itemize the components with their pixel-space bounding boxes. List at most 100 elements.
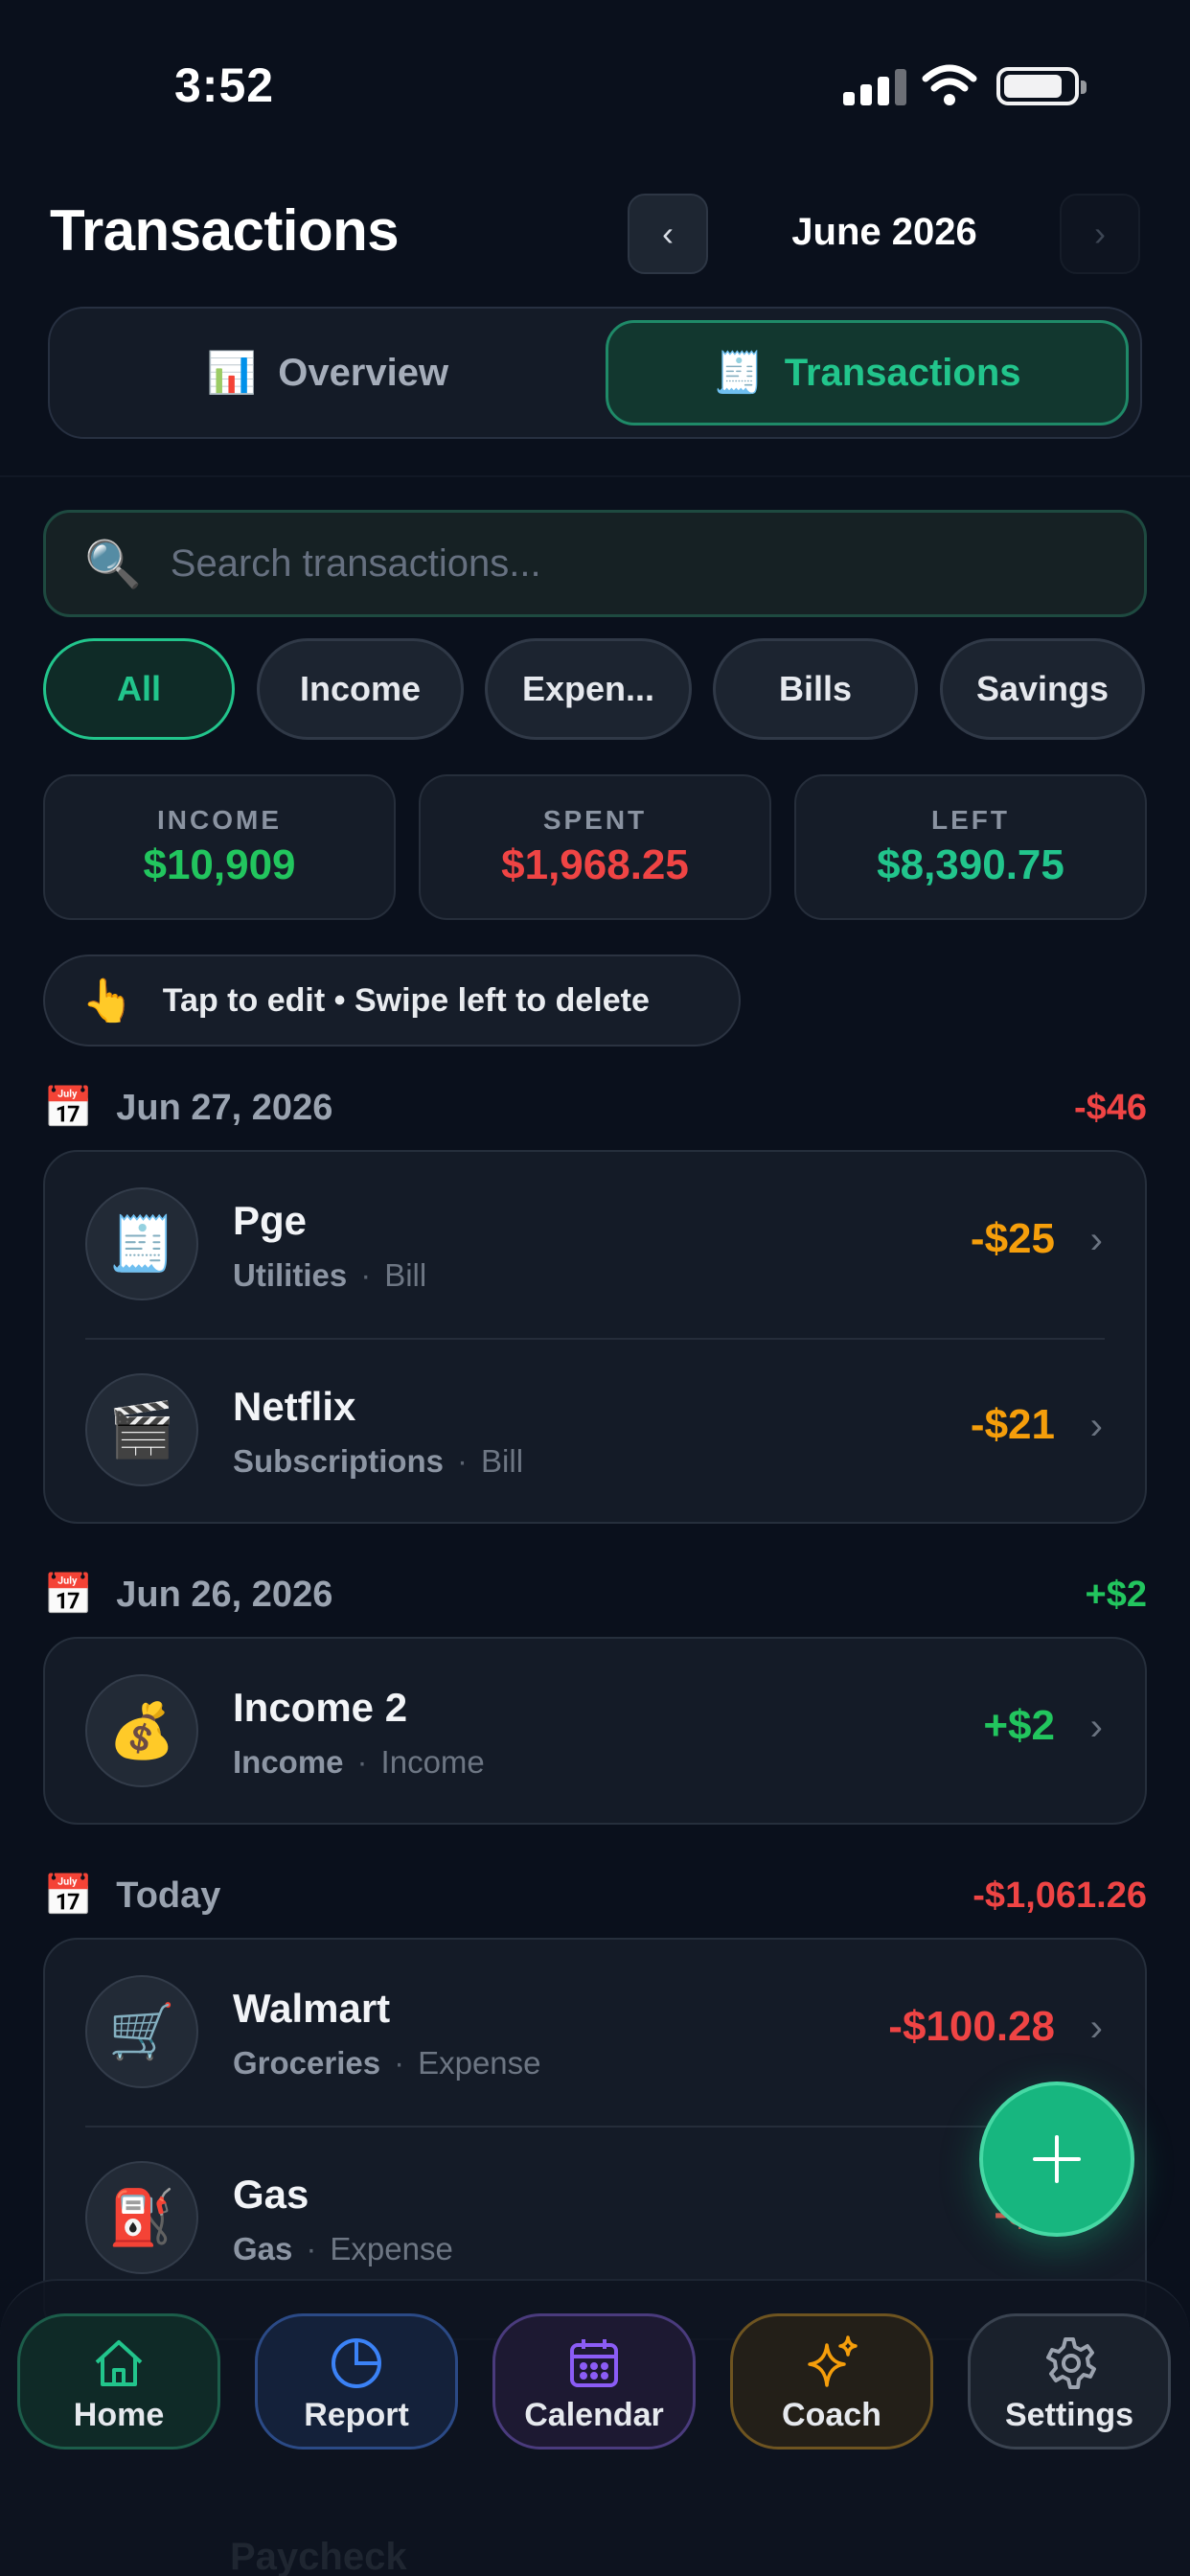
date-total: -$1,061.26: [973, 1874, 1147, 1916]
filter-chip-bills[interactable]: Bills: [713, 638, 918, 740]
cellular-signal-icon: [843, 67, 906, 105]
calendar-icon: 📅: [43, 1571, 94, 1617]
transaction-name: Gas: [233, 2172, 309, 2217]
transaction-meta: Utilities · Bill: [233, 1257, 427, 1293]
transaction-amount: -$100.28: [888, 2003, 1055, 2050]
nav-calendar-label: Calendar: [524, 2396, 664, 2433]
pointing-hand-icon: 👆: [81, 978, 134, 1024]
transaction-amount: -$25: [970, 1215, 1055, 1262]
gesture-hint: 👆 Tap to edit • Swipe left to delete: [43, 954, 741, 1046]
previous-month-button[interactable]: ‹: [628, 194, 708, 274]
gear-icon: [1046, 2336, 1096, 2389]
transaction-name: Income 2: [233, 1685, 408, 1730]
transaction-row-income-2[interactable]: 💰 Income 2 Income · Income +$2 ›: [45, 1639, 1145, 1823]
transaction-type: Bill: [384, 1257, 427, 1293]
wifi-icon: [922, 64, 977, 105]
chevron-right-icon: ›: [1089, 2007, 1103, 2049]
clapperboard-icon: 🎬: [85, 1373, 198, 1486]
transaction-amount: +$2: [983, 1702, 1055, 1749]
filter-chip-savings[interactable]: Savings: [940, 638, 1145, 740]
transaction-row-walmart[interactable]: 🛒 Walmart Groceries · Expense -$100.28 ›: [45, 1940, 1145, 2126]
calendar-icon: 📅: [43, 1872, 94, 1918]
nav-calendar[interactable]: Calendar: [492, 2313, 696, 2450]
chevron-right-icon: ›: [1094, 214, 1106, 253]
chevron-right-icon: ›: [1089, 1405, 1103, 1447]
next-month-button[interactable]: ›: [1060, 194, 1140, 274]
transaction-group: 💰 Income 2 Income · Income +$2 ›: [43, 1637, 1147, 1825]
nav-home[interactable]: Home: [17, 2313, 220, 2450]
tab-transactions-label: Transactions: [784, 351, 1021, 394]
income-summary-card: INCOME $10,909: [43, 774, 396, 920]
view-switcher: 📊 Overview 🧾 Transactions: [48, 307, 1142, 439]
date-label: Jun 26, 2026: [116, 1574, 333, 1615]
chevron-right-icon: ›: [1089, 1219, 1103, 1261]
transaction-category: Subscriptions: [233, 1443, 445, 1479]
nav-settings[interactable]: Settings: [968, 2313, 1171, 2450]
transaction-amount: -$21: [970, 1401, 1055, 1448]
transaction-type: Expense: [330, 2231, 453, 2266]
filter-chip-expenses[interactable]: Expen...: [485, 638, 692, 740]
calendar-icon: 📅: [43, 1084, 94, 1130]
pie-chart-icon: [332, 2337, 381, 2388]
income-summary-label: INCOME: [157, 805, 282, 835]
transaction-group: 🧾 Pge Utilities · Bill -$25 › 🎬 Netflix Su…: [43, 1150, 1147, 1524]
page-title: Transactions: [50, 198, 400, 263]
left-summary-label: LEFT: [931, 805, 1010, 835]
chevron-right-icon: ›: [1089, 1706, 1103, 1748]
transaction-category: Groceries: [233, 2045, 381, 2081]
transaction-name: Pge: [233, 1198, 308, 1243]
transaction-category: Gas: [233, 2231, 293, 2266]
date-total: +$2: [1085, 1574, 1147, 1615]
transaction-name: Walmart: [233, 1986, 391, 2031]
shopping-cart-icon: 🛒: [85, 1975, 198, 2088]
left-summary-value: $8,390.75: [877, 841, 1064, 888]
transaction-meta: Income · Income: [233, 1744, 485, 1780]
month-label: June 2026: [791, 211, 977, 253]
plus-icon: [1033, 2135, 1081, 2183]
money-bag-icon: 💰: [85, 1674, 198, 1787]
filter-chip-all[interactable]: All: [43, 638, 235, 740]
date-header: 📅 Jun 27, 2026 -$46: [43, 1081, 1147, 1135]
nav-coach[interactable]: Coach: [730, 2313, 933, 2450]
transactions-screen: 3:52 Transactions ‹ June 2026 › 📊 Overvi…: [0, 0, 1190, 2576]
tab-transactions[interactable]: 🧾 Transactions: [606, 320, 1129, 426]
status-bar: 3:52: [0, 0, 1190, 172]
date-total: -$46: [1073, 1087, 1147, 1128]
transaction-row-pge[interactable]: 🧾 Pge Utilities · Bill -$25 ›: [45, 1152, 1145, 1338]
nav-home-label: Home: [73, 2396, 165, 2433]
chevron-left-icon: ‹: [662, 214, 674, 253]
transaction-meta: Gas · Expense: [233, 2231, 453, 2266]
search-icon: 🔍: [84, 539, 142, 590]
spent-summary-label: SPENT: [542, 805, 648, 835]
date-label: Jun 27, 2026: [116, 1087, 333, 1128]
sparkles-icon: [808, 2334, 858, 2387]
gesture-hint-text: Tap to edit • Swipe left to delete: [162, 981, 650, 1019]
search-placeholder: Search transactions...: [170, 541, 541, 585]
date-label: Today: [116, 1874, 221, 1916]
fuel-pump-icon: ⛽: [85, 2161, 198, 2274]
bar-chart-icon: 📊: [206, 349, 258, 395]
home-icon: [95, 2339, 143, 2386]
transaction-meta: Groceries · Expense: [233, 2045, 541, 2081]
tab-overview-label: Overview: [278, 351, 449, 394]
transaction-name: Netflix: [233, 1384, 356, 1429]
add-transaction-button[interactable]: [979, 2082, 1134, 2237]
partially-hidden-transaction: Paycheck: [230, 2536, 407, 2576]
nav-report[interactable]: Report: [255, 2313, 458, 2450]
date-header: 📅 Today -$1,061.26: [43, 1869, 1147, 1922]
transaction-type: Income: [380, 1744, 485, 1780]
transaction-row-netflix[interactable]: 🎬 Netflix Subscriptions · Bill -$21 ›: [45, 1338, 1145, 1522]
transaction-category: Income: [233, 1744, 344, 1780]
filter-chip-income[interactable]: Income: [257, 638, 464, 740]
tab-overview[interactable]: 📊 Overview: [61, 320, 594, 426]
transaction-category: Utilities: [233, 1257, 348, 1293]
spent-summary-value: $1,968.25: [501, 841, 689, 888]
income-summary-value: $10,909: [143, 841, 296, 888]
calendar-icon: [570, 2338, 618, 2387]
receipt-icon: 🧾: [713, 349, 764, 395]
left-summary-card: LEFT $8,390.75: [794, 774, 1147, 920]
transaction-type: Bill: [481, 1443, 524, 1479]
search-input[interactable]: 🔍 Search transactions...: [43, 510, 1147, 617]
spent-summary-card: SPENT $1,968.25: [419, 774, 771, 920]
date-header: 📅 Jun 26, 2026 +$2: [43, 1568, 1147, 1622]
